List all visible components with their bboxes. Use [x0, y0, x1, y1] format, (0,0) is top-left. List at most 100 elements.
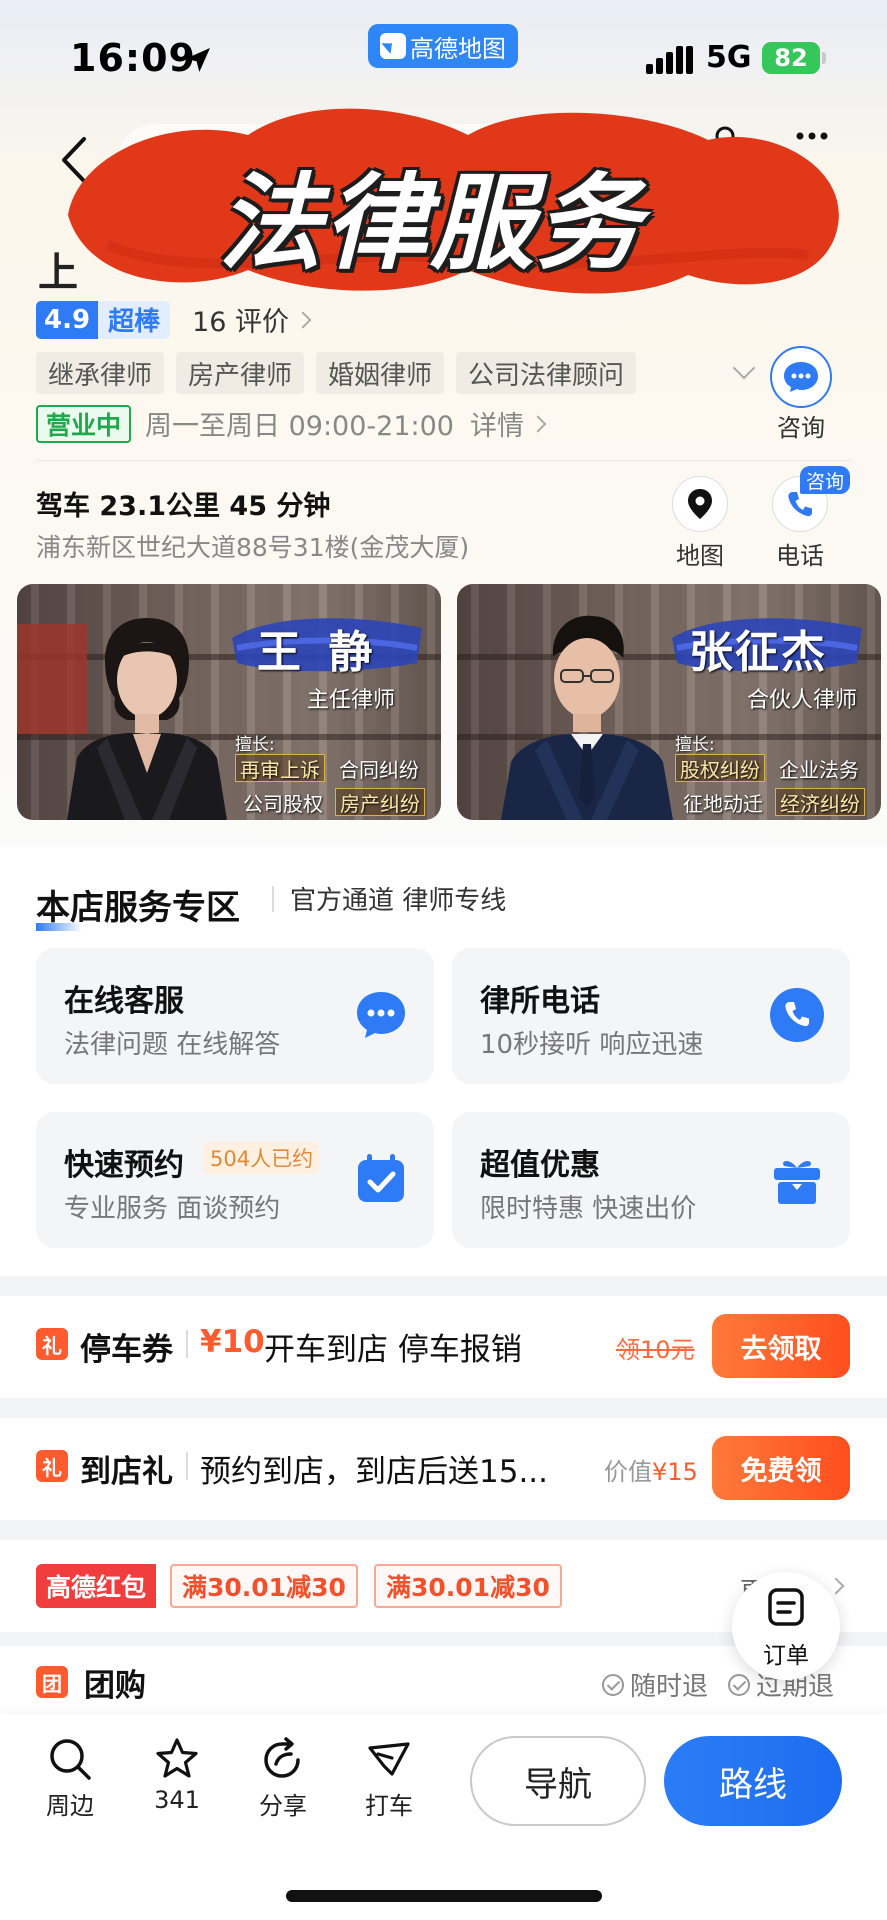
skill-tag: 股权纠纷: [675, 754, 765, 782]
coupon-tag: 满30.01减30: [170, 1564, 358, 1608]
promo-text: 预约到店，到店后送15...: [200, 1454, 549, 1490]
online-service-card[interactable]: 在线客服 法律问题 在线解答: [36, 948, 434, 1084]
status-bar: 16:09 高德地图 5G 82: [0, 0, 887, 110]
promo-title: 到店礼: [80, 1454, 173, 1490]
claim-button[interactable]: 去领取: [712, 1314, 850, 1378]
map-button[interactable]: [672, 476, 728, 532]
tag: 婚姻律师: [316, 352, 445, 394]
share-icon: [264, 1737, 300, 1778]
nearby-tab[interactable]: 周边: [30, 1736, 110, 1821]
favorite-tab[interactable]: 341: [137, 1736, 217, 1814]
app-return-badge[interactable]: 高德地图: [368, 24, 518, 68]
address[interactable]: 浦东新区世纪大道88号31楼(金茂大厦): [36, 528, 469, 564]
calendar-check-icon: [358, 1154, 404, 1202]
open-status-badge: 营业中: [36, 404, 132, 443]
consult-label: 咨询: [777, 414, 825, 442]
gift-icon: [774, 1161, 820, 1204]
status-time: 16:09: [70, 36, 196, 80]
special-offer-card[interactable]: 超值优惠 限时特惠 快速出价: [452, 1112, 850, 1248]
taxi-tab[interactable]: 打车: [349, 1736, 429, 1821]
review-count: 16 评价: [192, 307, 290, 338]
quick-booking-card[interactable]: 快速预约 504人已约 专业服务 面谈预约: [36, 1112, 434, 1248]
rating-score: 4.9: [36, 300, 99, 339]
chevron-right-icon: [294, 311, 312, 328]
divider: [186, 1330, 188, 1358]
chat-bubble-icon: [357, 992, 405, 1038]
promo-value: 价值¥15: [604, 1452, 698, 1487]
card-title: 律所电话: [480, 984, 600, 1019]
value-label: 价值: [604, 1458, 652, 1486]
check-circle-icon: [728, 1673, 750, 1696]
signal-icon: [646, 46, 693, 74]
booking-count-badge: 504人已约: [204, 1142, 320, 1174]
gift-badge-icon: 礼: [36, 1328, 68, 1360]
divider: [186, 1452, 188, 1480]
check-circle-icon: [602, 1673, 624, 1696]
lawyer-photo: [501, 615, 673, 820]
category-tags: 继承律师 房产律师 婚姻律师 公司法律顾问: [36, 352, 637, 394]
firm-phone-card[interactable]: 律所电话 10秒接听 响应迅速: [452, 948, 850, 1084]
lawyer-photo: [67, 618, 227, 820]
skill-tag: 房产纠纷: [335, 788, 425, 816]
app-badge-label: 高德地图: [410, 34, 506, 63]
home-indicator: [286, 1890, 602, 1902]
skill-tag: 再审上诉: [235, 754, 325, 782]
card-desc: 专业服务 面谈预约: [64, 1194, 281, 1224]
taxi-icon: [368, 1742, 410, 1776]
tab-label: 分享: [259, 1792, 307, 1820]
rating-row[interactable]: 4.9 超棒 16 评价: [36, 300, 312, 339]
phone-label: 电话: [776, 542, 824, 570]
free-claim-button[interactable]: 免费领: [712, 1436, 850, 1500]
search-icon: [50, 1739, 91, 1780]
divider: [272, 886, 274, 912]
network-type: 5G: [706, 40, 752, 75]
location-pin-icon: [688, 489, 712, 519]
divider: [36, 460, 852, 461]
opening-hours: 周一至周日 09:00-21:00: [145, 411, 454, 442]
navigate-button[interactable]: 导航: [470, 1736, 646, 1826]
share-tab[interactable]: 分享: [243, 1736, 323, 1821]
phone-icon: [770, 988, 824, 1042]
map-label: 地图: [676, 542, 724, 570]
red-packet-brand: 高德红包: [36, 1564, 157, 1608]
card-title: 超值优惠: [480, 1148, 600, 1183]
promo-title: 停车券: [80, 1332, 173, 1368]
consult-button[interactable]: [770, 346, 832, 408]
phone-consult-badge: 咨询: [800, 466, 851, 494]
lawyer-card[interactable]: 王 静 主任律师 擅长: 再审上诉 合同纠纷 公司股权 房产纠纷: [17, 584, 441, 820]
tab-label: 341: [154, 1786, 200, 1814]
lawyer-card[interactable]: 张征杰 合伙人律师 擅长: 股权纠纷 企业法务 征地动迁 经济纠纷: [457, 584, 881, 820]
skill-tag: 合同纠纷: [339, 757, 419, 782]
parking-coupon-row[interactable]: 礼 停车券 ¥10 开车到店 停车报销 领10元 去领取: [0, 1296, 887, 1398]
skill-tag: 公司股权: [243, 791, 323, 816]
store-gift-row[interactable]: 礼 到店礼 预约到店，到店后送15... 价值¥15 免费领: [0, 1418, 887, 1520]
card-title: 在线客服: [64, 984, 184, 1019]
battery-level: 82: [774, 44, 808, 72]
lawyer-name: 张征杰: [689, 627, 827, 678]
skill-tag: 企业法务: [779, 757, 859, 782]
value-amount: ¥15: [652, 1458, 698, 1486]
service-zone-title: 本店服务专区: [36, 880, 240, 931]
tab-label: 打车: [365, 1792, 413, 1820]
skill-tag: 经济纠纷: [775, 788, 865, 816]
card-desc: 限时特惠 快速出价: [480, 1194, 697, 1224]
skills-label: 擅长:: [675, 735, 715, 755]
tag: 房产律师: [176, 352, 305, 394]
order-list-icon: [768, 1588, 804, 1626]
lawyer-title: 主任律师: [307, 688, 396, 713]
phone-icon: [788, 492, 812, 517]
route-button[interactable]: 路线: [664, 1736, 842, 1826]
coupon-tag: 满30.01减30: [374, 1564, 562, 1608]
hours-row[interactable]: 营业中 周一至周日 09:00-21:00 详情: [36, 404, 547, 443]
promo-text: 开车到店 停车报销: [264, 1332, 522, 1368]
chevron-right-icon: [827, 1577, 845, 1595]
tag: 继承律师: [36, 352, 165, 394]
skill-tag: 征地动迁: [683, 791, 763, 816]
card-desc: 10秒接听 响应迅速: [480, 1030, 704, 1060]
tab-label: 周边: [46, 1792, 94, 1820]
guarantee-label: 随时退: [630, 1672, 709, 1702]
order-floating-button[interactable]: 订单: [732, 1572, 840, 1680]
skills-label: 擅长:: [235, 735, 275, 755]
group-buy-title: 团购: [84, 1668, 146, 1704]
rating-word: 超棒: [98, 300, 171, 339]
